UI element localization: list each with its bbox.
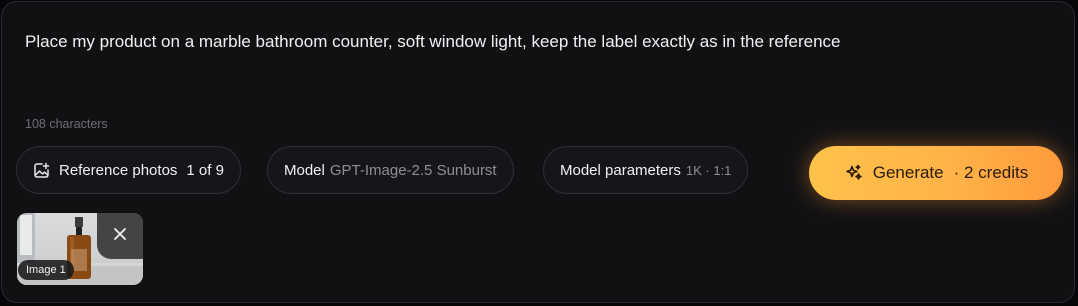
prompt-panel: Place my product on a marble bathroom co…	[1, 1, 1075, 303]
model-parameters-label: Model parameters	[560, 161, 681, 179]
prompt-input[interactable]: Place my product on a marble bathroom co…	[25, 31, 1035, 53]
generate-label: Generate	[872, 163, 944, 182]
reference-photos-button[interactable]: Reference photos 1 of 9	[16, 146, 241, 194]
reference-photos-count: 1 of 9	[186, 161, 224, 179]
character-count: 108 characters	[25, 117, 108, 131]
remove-thumbnail-button[interactable]	[97, 213, 143, 259]
model-parameters-value: 1K · 1:1	[685, 162, 732, 178]
generate-credits: · 2 credits	[953, 163, 1029, 182]
thumbnail-label: Image 1	[18, 260, 74, 280]
close-icon	[113, 227, 127, 246]
generate-button[interactable]: Generate · 2 credits	[809, 146, 1063, 200]
model-label: Model	[284, 161, 325, 179]
model-selector-button[interactable]: Model GPT-Image-2.5 Sunburst	[267, 146, 514, 194]
reference-photos-label: Reference photos	[59, 161, 178, 179]
model-parameters-button[interactable]: Model parameters 1K · 1:1	[543, 146, 749, 194]
image-add-icon	[33, 162, 50, 179]
sparkles-icon	[844, 163, 864, 183]
model-value: GPT-Image-2.5 Sunburst	[329, 161, 497, 179]
